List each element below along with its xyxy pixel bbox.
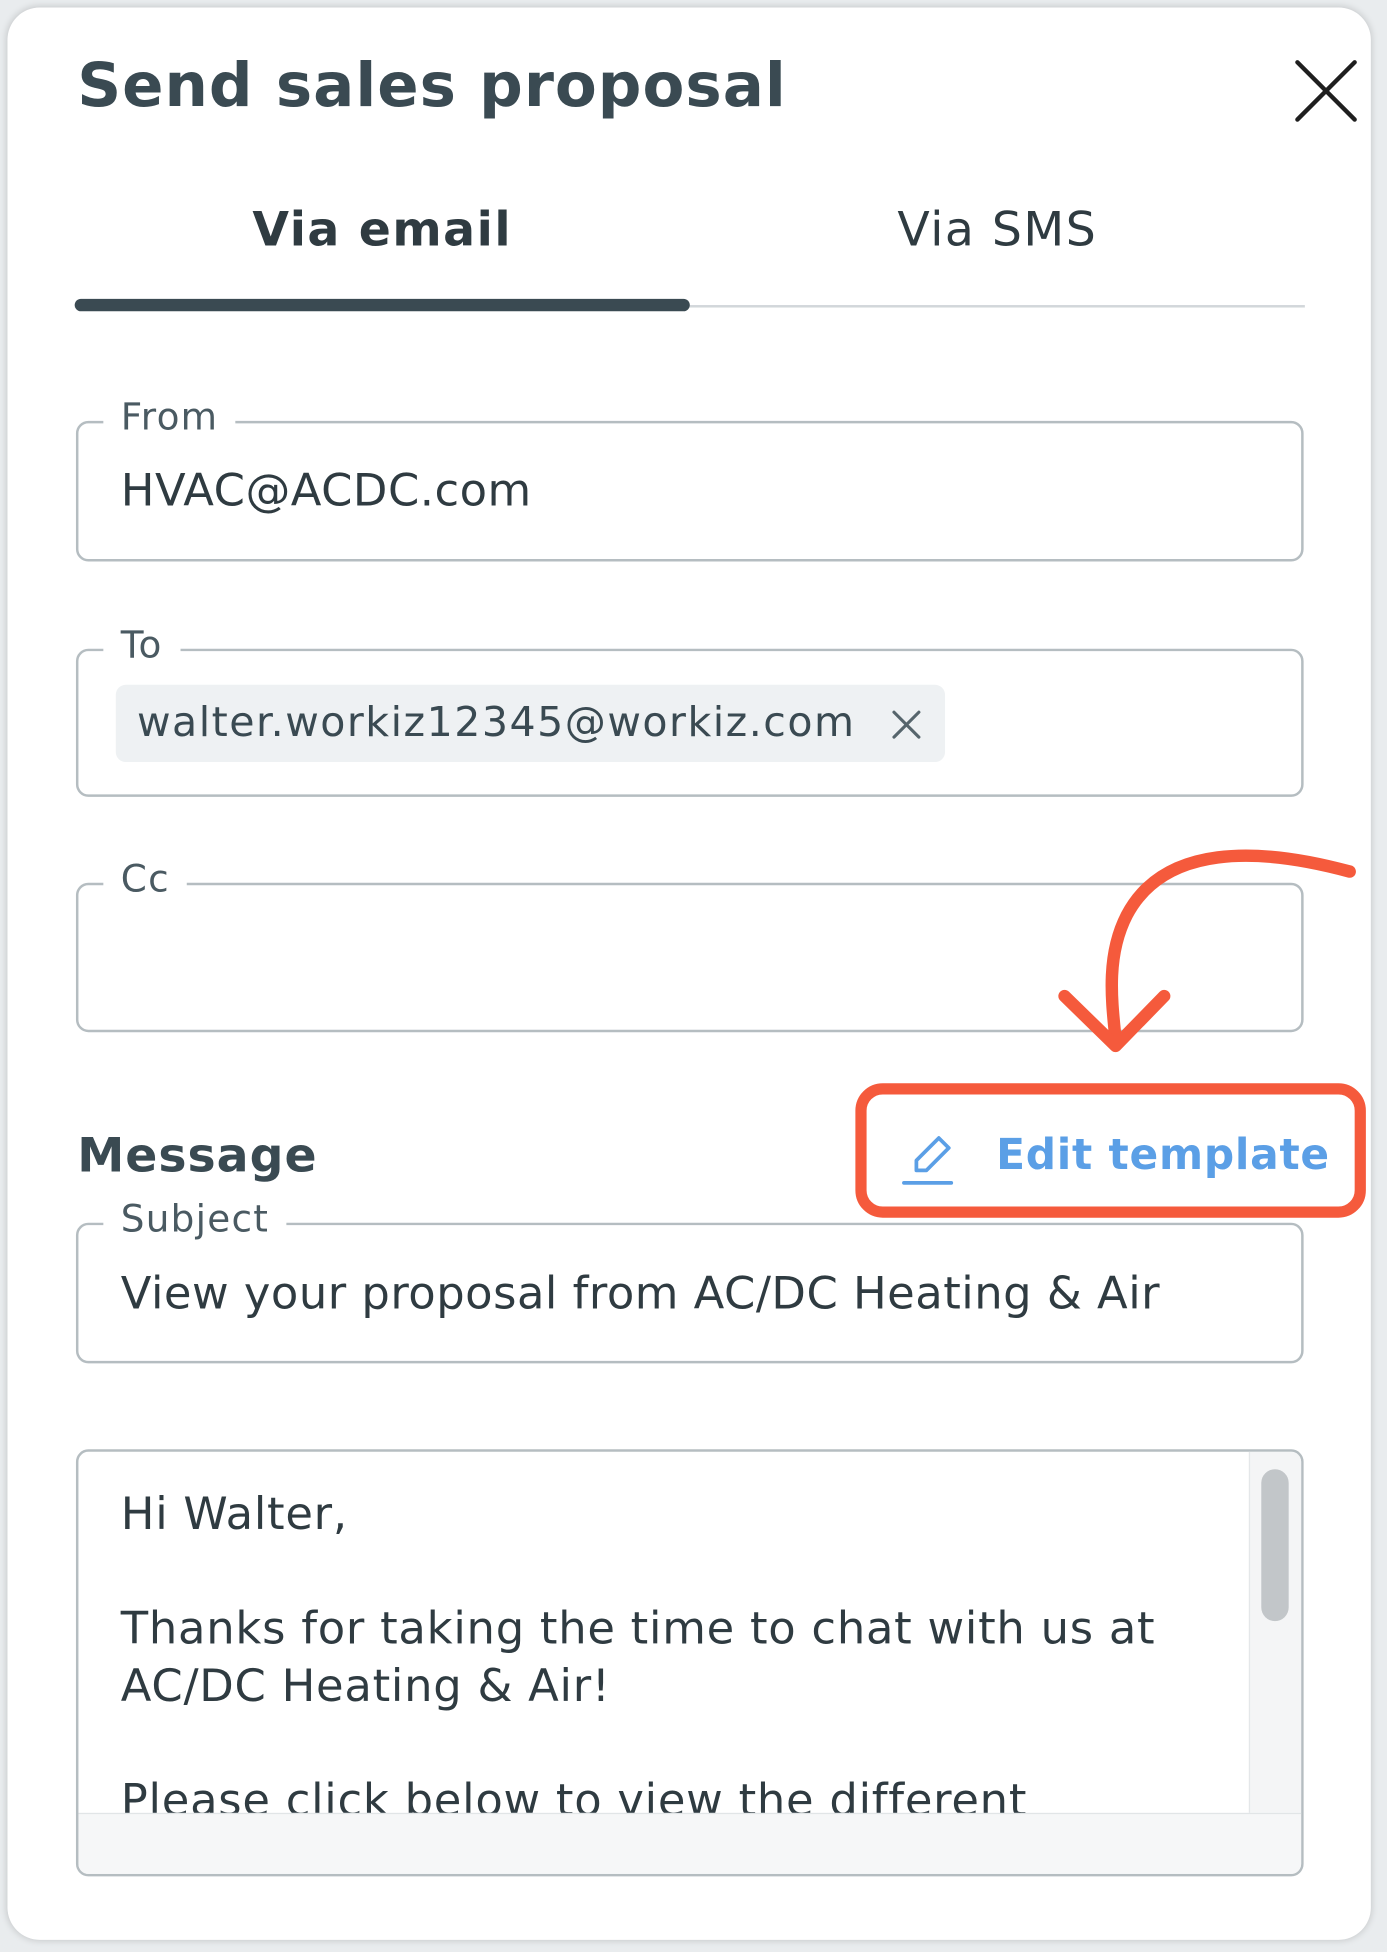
edit-template-label: Edit template bbox=[996, 1130, 1330, 1181]
message-heading: Message bbox=[77, 1128, 318, 1183]
recipient-email: walter.workiz12345@workiz.com bbox=[136, 697, 856, 746]
dialog-title: Send sales proposal bbox=[77, 49, 787, 121]
close-icon bbox=[892, 710, 921, 739]
tab-via-sms[interactable]: Via SMS bbox=[690, 202, 1305, 257]
edit-template-button[interactable]: Edit template bbox=[899, 1123, 1329, 1198]
pencil-icon bbox=[902, 1136, 954, 1185]
close-icon bbox=[1295, 60, 1357, 122]
subject-value: View your proposal from AC/DC Heating & … bbox=[120, 1268, 1161, 1320]
cc-label: Cc bbox=[103, 857, 188, 902]
remove-recipient-button[interactable] bbox=[890, 708, 922, 740]
message-scrollbar-thumb[interactable] bbox=[1261, 1469, 1289, 1622]
tab-active-indicator bbox=[74, 298, 690, 312]
tab-via-email[interactable]: Via email bbox=[75, 202, 690, 257]
from-value: HVAC@ACDC.com bbox=[120, 465, 532, 517]
close-button[interactable] bbox=[1287, 52, 1364, 129]
message-body-textarea[interactable]: Hi Walter, Thanks for taking the time to… bbox=[75, 1449, 1304, 1877]
to-field[interactable]: To walter.workiz12345@workiz.com bbox=[75, 623, 1304, 797]
message-horizontal-scroll-area bbox=[78, 1812, 1302, 1874]
send-proposal-dialog: Send sales proposal Via email Via SMS Fr… bbox=[7, 7, 1371, 1940]
to-label: To bbox=[103, 623, 181, 668]
message-body-text: Hi Walter, Thanks for taking the time to… bbox=[120, 1489, 1156, 1827]
subject-field[interactable]: Subject View your proposal from AC/DC He… bbox=[75, 1197, 1304, 1364]
recipient-chip[interactable]: walter.workiz12345@workiz.com bbox=[115, 684, 946, 763]
from-field[interactable]: From HVAC@ACDC.com bbox=[75, 395, 1304, 562]
cc-field[interactable]: Cc bbox=[75, 857, 1304, 1033]
from-label: From bbox=[103, 395, 236, 440]
subject-label: Subject bbox=[103, 1197, 287, 1242]
